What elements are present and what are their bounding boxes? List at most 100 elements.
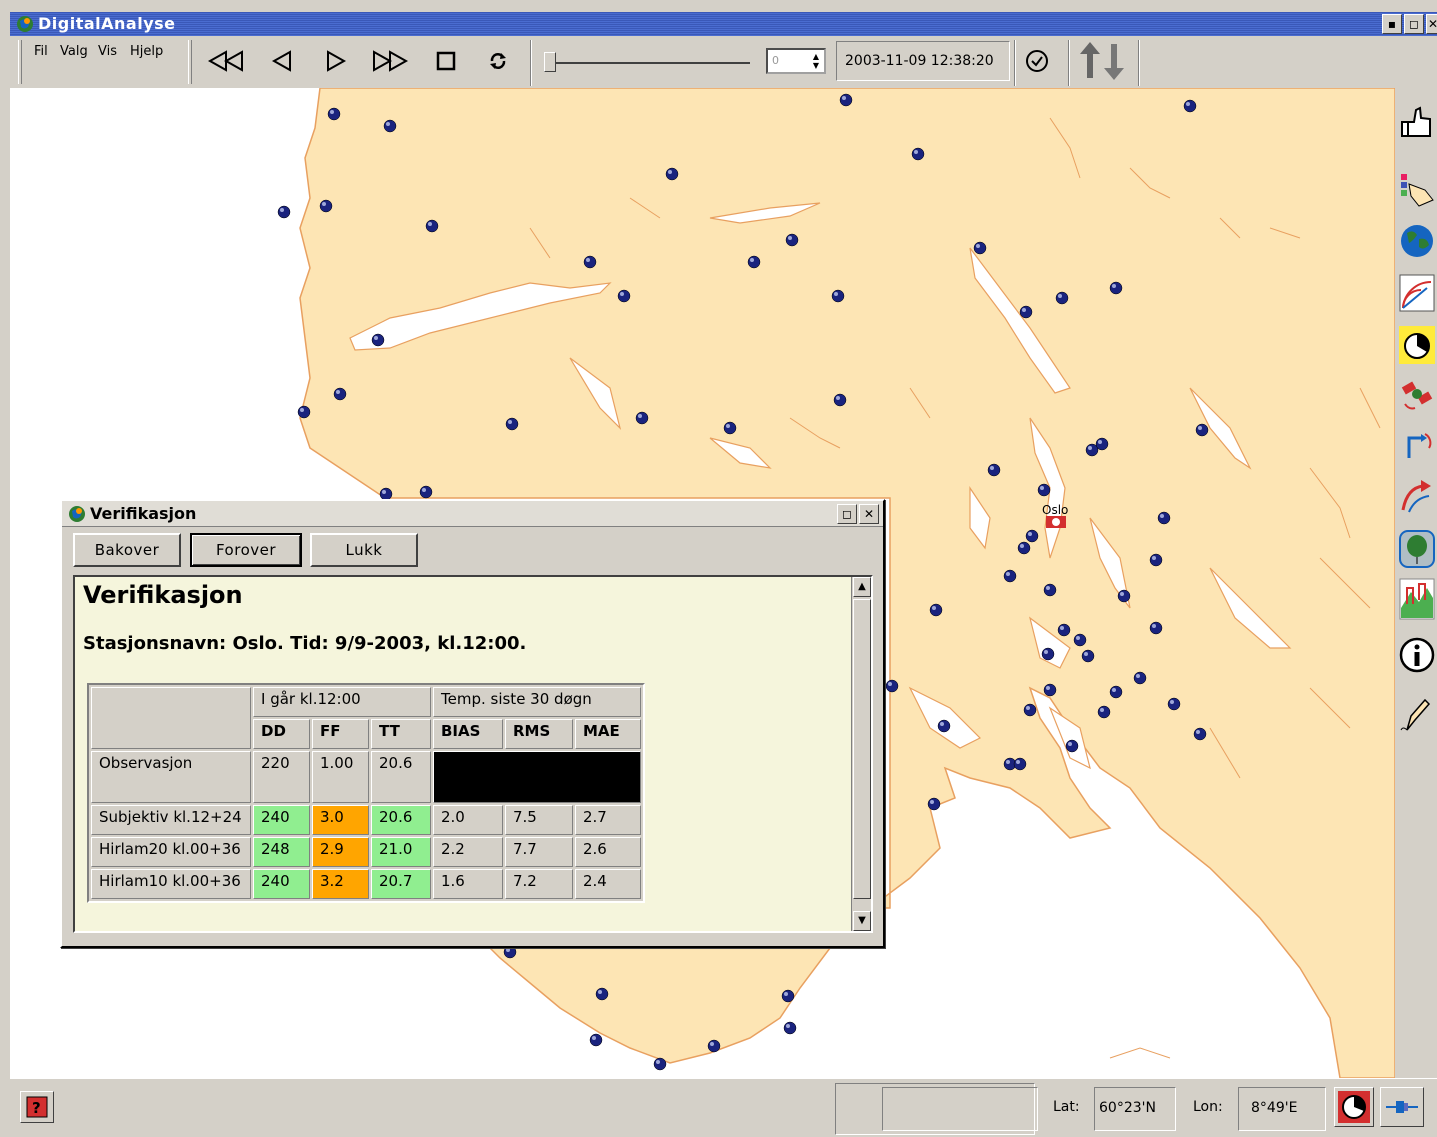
station-marker[interactable] — [927, 797, 941, 811]
station-marker[interactable] — [1117, 589, 1131, 603]
station-marker[interactable] — [319, 199, 333, 213]
back-button[interactable]: Bakover — [73, 533, 181, 567]
station-marker[interactable] — [1017, 541, 1031, 555]
satellite-tool[interactable] — [1399, 374, 1435, 416]
station-marker[interactable] — [1023, 703, 1037, 717]
station-marker[interactable] — [707, 1039, 721, 1053]
fast-forward-button[interactable] — [370, 44, 410, 78]
station-marker[interactable] — [929, 603, 943, 617]
station-marker[interactable] — [911, 147, 925, 161]
station-marker[interactable] — [1133, 671, 1147, 685]
station-marker[interactable] — [297, 405, 311, 419]
station-marker[interactable] — [1065, 739, 1079, 753]
station-marker[interactable] — [1095, 437, 1109, 451]
globe-tool[interactable] — [1399, 220, 1435, 262]
station-marker[interactable] — [595, 987, 609, 1001]
maximize-button[interactable]: ◻ — [1404, 14, 1424, 34]
radar-tool[interactable] — [1399, 272, 1435, 314]
station-marker[interactable] — [371, 333, 385, 347]
station-marker[interactable] — [277, 205, 291, 219]
station-marker[interactable] — [419, 485, 433, 499]
station-marker[interactable] — [1167, 697, 1181, 711]
station-marker[interactable] — [505, 417, 519, 431]
station-marker[interactable] — [635, 411, 649, 425]
station-marker[interactable] — [781, 989, 795, 1003]
terrain-tool[interactable] — [1399, 578, 1435, 620]
station-marker[interactable] — [973, 241, 987, 255]
pen-tool[interactable] — [1399, 694, 1435, 736]
rotate-tool[interactable] — [1399, 426, 1435, 468]
station-marker[interactable] — [1055, 291, 1069, 305]
help-button[interactable]: ? — [20, 1091, 54, 1123]
scroll-thumb[interactable] — [853, 599, 871, 899]
close-window-button[interactable]: ✕ — [1426, 14, 1437, 34]
station-marker[interactable] — [327, 107, 341, 121]
station-marker[interactable] — [1003, 569, 1017, 583]
station-marker[interactable] — [1157, 511, 1171, 525]
station-marker[interactable] — [589, 1033, 603, 1047]
trajectory-tool[interactable] — [1399, 476, 1435, 518]
station-marker[interactable] — [1109, 281, 1123, 295]
rewind-button[interactable] — [206, 44, 246, 78]
station-marker[interactable] — [1183, 99, 1197, 113]
station-marker[interactable] — [1043, 583, 1057, 597]
time-slider-track[interactable] — [550, 62, 750, 64]
dialog-close-button[interactable]: ✕ — [859, 504, 879, 524]
stop-button[interactable] — [426, 44, 466, 78]
minimize-button[interactable]: ▪ — [1382, 14, 1402, 34]
info-tool[interactable] — [1399, 634, 1435, 676]
station-marker[interactable] — [723, 421, 737, 435]
clock-chart-tool[interactable] — [1399, 324, 1435, 366]
vertical-scrollbar[interactable]: ▲ ▼ — [851, 577, 871, 931]
scroll-up-icon[interactable]: ▲ — [853, 577, 871, 597]
station-marker[interactable] — [1109, 685, 1123, 699]
scroll-down-icon[interactable]: ▼ — [853, 911, 871, 931]
station-marker[interactable] — [1025, 529, 1039, 543]
station-marker[interactable] — [831, 289, 845, 303]
balloon-tool[interactable] — [1399, 528, 1435, 570]
step-back-button[interactable] — [262, 44, 302, 78]
dialog-maximize-button[interactable]: ◻ — [837, 504, 857, 524]
station-marker[interactable] — [885, 679, 899, 693]
station-marker[interactable] — [1193, 727, 1207, 741]
sort-up-down-button[interactable] — [1076, 42, 1132, 80]
close-button[interactable]: Lukk — [310, 533, 418, 567]
loop-button[interactable] — [478, 44, 518, 78]
station-marker[interactable] — [987, 463, 1001, 477]
menu-valg[interactable]: Valg — [60, 44, 88, 59]
station-marker[interactable] — [785, 233, 799, 247]
forward-button[interactable]: Forover — [190, 533, 302, 567]
menu-fil[interactable]: Fil — [34, 44, 48, 59]
station-marker[interactable] — [425, 219, 439, 233]
station-marker[interactable] — [937, 719, 951, 733]
station-marker[interactable] — [1043, 683, 1057, 697]
station-marker[interactable] — [1097, 705, 1111, 719]
station-marker[interactable] — [1041, 647, 1055, 661]
station-marker[interactable] — [839, 93, 853, 107]
station-marker[interactable] — [1019, 305, 1033, 319]
clock-button[interactable] — [1017, 44, 1057, 78]
connect-button[interactable] — [1380, 1087, 1424, 1127]
thumbs-up-tool[interactable] — [1399, 102, 1435, 144]
pointer-hand-tool[interactable] — [1399, 168, 1435, 210]
station-marker[interactable] — [1195, 423, 1209, 437]
spinner-arrows-icon[interactable]: ▲ ▼ — [810, 52, 822, 70]
toolbar-grip-2[interactable] — [188, 40, 192, 84]
station-marker[interactable] — [747, 255, 761, 269]
station-marker[interactable] — [333, 387, 347, 401]
step-spinner[interactable]: 0 ▲ ▼ — [766, 48, 826, 74]
station-marker[interactable] — [1013, 757, 1027, 771]
dialog-titlebar[interactable]: Verifikasjon ◻ ✕ — [62, 501, 883, 527]
station-marker[interactable] — [1057, 623, 1071, 637]
station-marker[interactable] — [783, 1021, 797, 1035]
station-marker[interactable] — [833, 393, 847, 407]
play-button[interactable] — [316, 44, 356, 78]
station-marker[interactable] — [1149, 553, 1163, 567]
station-marker[interactable] — [665, 167, 679, 181]
station-marker[interactable] — [1149, 621, 1163, 635]
station-marker[interactable] — [1037, 483, 1051, 497]
station-marker[interactable] — [583, 255, 597, 269]
menu-vis[interactable]: Vis — [98, 44, 117, 59]
menu-hjelp[interactable]: Hjelp — [130, 44, 163, 59]
station-marker[interactable] — [1073, 633, 1087, 647]
